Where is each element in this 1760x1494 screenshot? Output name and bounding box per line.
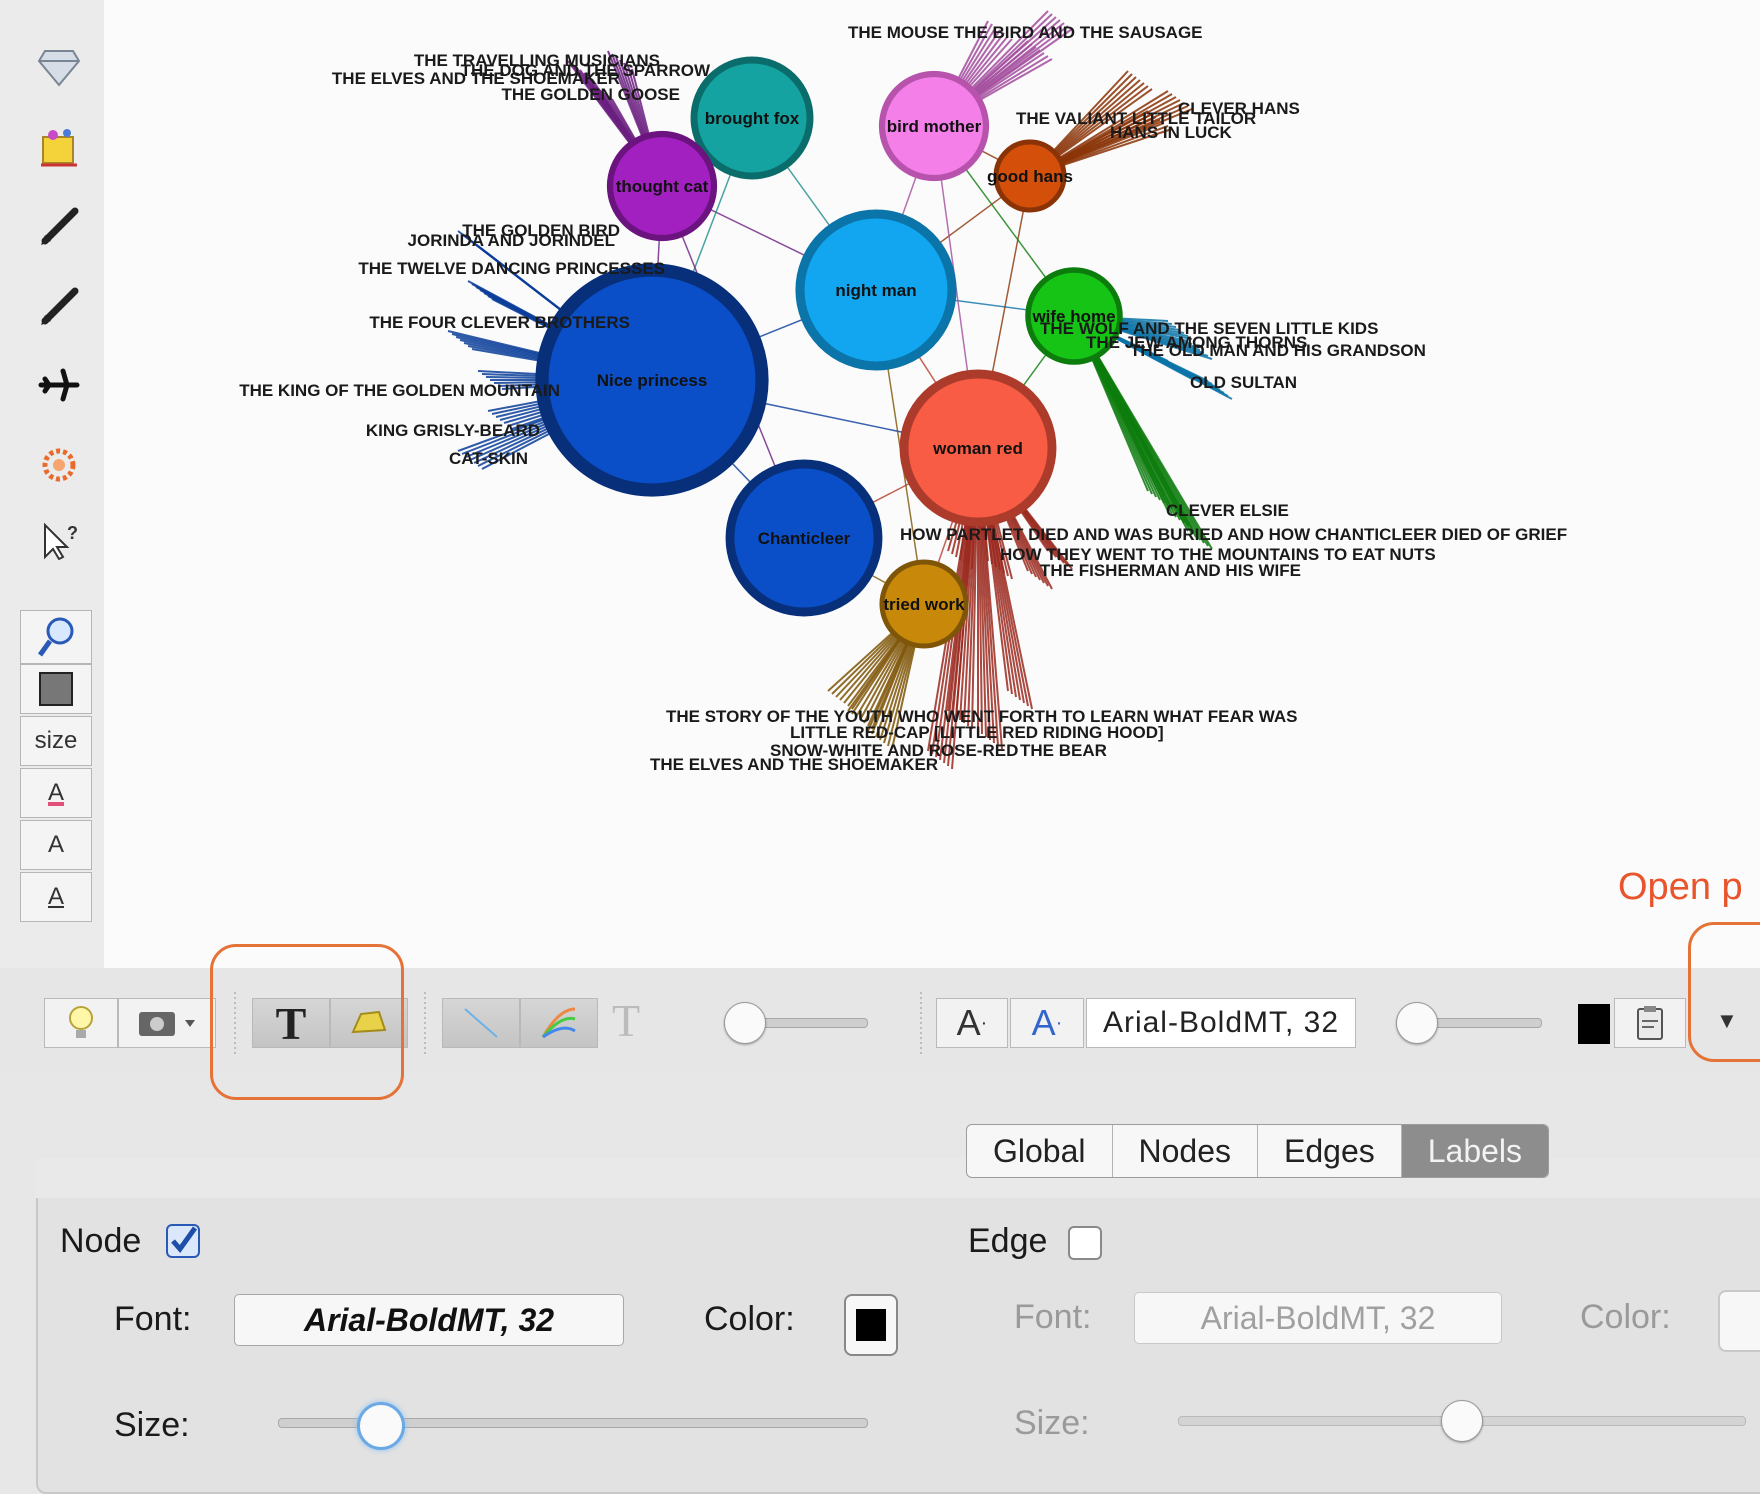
edge-label-checkbox[interactable] — [1068, 1226, 1102, 1260]
check-icon — [171, 1226, 198, 1254]
graph-node-label: bird mother — [887, 117, 982, 136]
label-color-swatch[interactable] — [1578, 1004, 1610, 1044]
tab-labels[interactable]: Labels — [1401, 1125, 1549, 1177]
story-title-label: JORINDA AND JORINDEL — [408, 231, 615, 250]
tab-edges[interactable]: Edges — [1258, 1125, 1402, 1177]
graph-node-label: brought fox — [705, 109, 800, 128]
label-adjust-tool[interactable]: A — [20, 872, 92, 922]
node-label-toggle-label: Node — [60, 1222, 142, 1260]
label-size-tool[interactable]: A — [20, 820, 92, 870]
edge-color-label: Color: — [1580, 1298, 1671, 1336]
tab-global[interactable]: Global — [967, 1125, 1113, 1177]
story-title-label: THE BEAR — [1020, 741, 1107, 760]
node-label-checkbox[interactable] — [166, 1224, 200, 1258]
edge-color-button[interactable] — [1718, 1290, 1760, 1352]
label-color-tool[interactable]: A — [20, 768, 92, 818]
highlight-label-buttons — [210, 944, 404, 1100]
node-font-label: Font: — [114, 1300, 192, 1338]
story-title-label: THE GOLDEN GOOSE — [501, 85, 680, 104]
graph-node-label: thought cat — [616, 177, 709, 196]
svg-text:?: ? — [67, 523, 78, 543]
graph-node-label: tried work — [883, 595, 965, 614]
show-edges-icon[interactable] — [442, 998, 520, 1048]
node-color-swatch — [856, 1309, 886, 1341]
story-title-label: CAT-SKIN — [449, 449, 528, 468]
node-color-label: Color: — [704, 1300, 795, 1338]
edge-color-icon[interactable] — [520, 998, 598, 1048]
story-title-label: THE MOUSE THE BIRD AND THE SAUSAGE — [848, 23, 1203, 42]
story-title-label: OLD SULTAN — [1190, 373, 1297, 392]
font-decrease-label: A — [1031, 1002, 1056, 1043]
node-color-button[interactable] — [844, 1294, 898, 1356]
story-title-label: THE TWELVE DANCING PRINCESSES — [358, 259, 665, 278]
story-title-label: CLEVER ELSIE — [1166, 501, 1289, 520]
layout-icon[interactable] — [20, 112, 98, 182]
annotation-text: Open p — [1618, 866, 1743, 908]
edge-font-field[interactable]: Arial-BoldMT, 32 — [1134, 1292, 1502, 1344]
size-tool[interactable]: size — [20, 716, 92, 766]
story-title-label: THE OLD MAN AND HIS GRANDSON — [1130, 341, 1426, 360]
gear-icon[interactable] — [20, 430, 98, 500]
node-font-field[interactable]: Arial-BoldMT, 32 — [234, 1294, 624, 1346]
clipboard-icon[interactable] — [1614, 998, 1686, 1048]
graph-node-label: Chanticleer — [758, 529, 851, 548]
label-size-slider-knob[interactable] — [1396, 1002, 1438, 1044]
graph-node-label: Nice princess — [597, 371, 708, 390]
story-title-label: KING GRISLY-BEARD — [366, 421, 540, 440]
story-title-label: HANS IN LUCK — [1110, 123, 1233, 142]
lightbulb-icon[interactable] — [44, 998, 118, 1048]
node-size-label: Size: — [114, 1406, 190, 1444]
graph-svg[interactable]: brought fox bird mother thought cat good ha… — [104, 0, 1760, 968]
pointer-help-icon[interactable]: ? — [20, 506, 98, 576]
story-title-label: THE FOUR CLEVER BROTHERS — [369, 313, 630, 332]
graph-node-label: woman red — [932, 439, 1023, 458]
story-title-label: THE KING OF THE GOLDEN MOUNTAIN — [239, 381, 560, 400]
graph-node-label: night man — [835, 281, 916, 300]
edge-size-slider-knob[interactable] — [1441, 1400, 1483, 1442]
font-increase-label: A — [956, 1002, 981, 1043]
story-title-label: THE FISHERMAN AND HIS WIFE — [1040, 561, 1301, 580]
font-selector[interactable]: Arial-BoldMT, 32 — [1086, 998, 1356, 1048]
edge-labels-button[interactable]: T — [612, 994, 640, 1047]
airplane-icon[interactable] — [20, 350, 98, 420]
screenshot-icon[interactable] — [118, 998, 216, 1048]
left-tool-rail: ? size A A A — [0, 0, 104, 968]
edge-font-label: Font: — [1014, 1298, 1092, 1336]
story-title-label: LITTLE RED-CAP [LITTLE RED RIDING HOOD] — [790, 723, 1164, 742]
zoom-fit-icon[interactable] — [20, 610, 92, 664]
font-size-increase-button[interactable]: A · — [936, 998, 1008, 1048]
edge-label-toggle-label: Edge — [968, 1222, 1048, 1260]
edge-size-label: Size: — [1014, 1404, 1090, 1442]
highlight-open-panel — [1688, 922, 1760, 1062]
edge-scale-slider-knob[interactable] — [724, 1002, 766, 1044]
graph-canvas[interactable]: brought fox bird mother thought cat good ha… — [104, 0, 1760, 968]
edge-pencil-icon[interactable] — [20, 270, 98, 340]
story-title-label: THE ELVES AND THE SHOEMAKER — [650, 755, 938, 774]
story-title-label: HOW PARTLET DIED AND WAS BURIED AND HOW … — [900, 525, 1567, 544]
font-size-decrease-button[interactable]: A · — [1010, 998, 1084, 1048]
rectangle-select-icon[interactable] — [20, 664, 92, 714]
graph-node-label: good hans — [987, 167, 1073, 186]
pencil-icon[interactable] — [20, 190, 98, 260]
node-size-slider-knob[interactable] — [356, 1402, 405, 1450]
diamond-icon[interactable] — [20, 32, 98, 102]
panel-tabs: Global Nodes Edges Labels — [966, 1124, 1550, 1178]
tab-nodes[interactable]: Nodes — [1113, 1125, 1258, 1177]
